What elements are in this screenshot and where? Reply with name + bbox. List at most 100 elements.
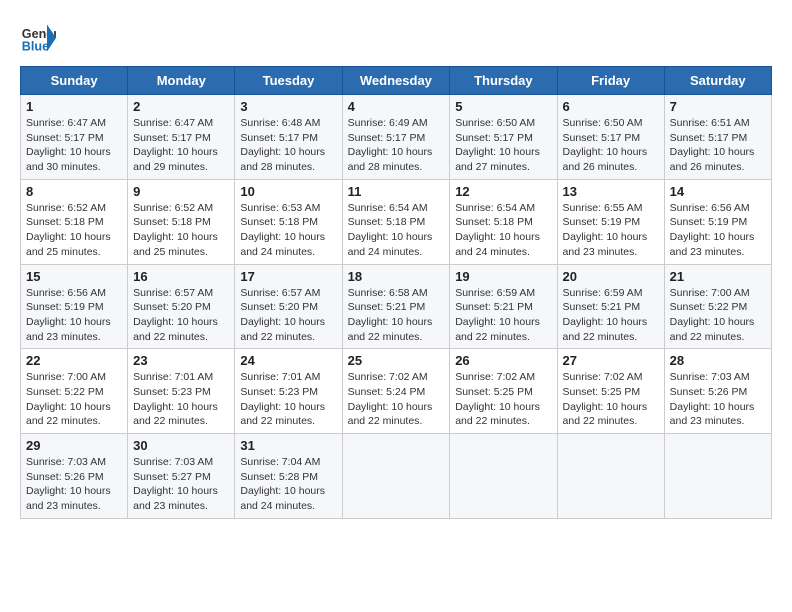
day-number: 4 [348,99,445,114]
day-info: Sunrise: 7:03 AM Sunset: 5:27 PM Dayligh… [133,455,229,514]
calendar-cell: 31 Sunrise: 7:04 AM Sunset: 5:28 PM Dayl… [235,434,342,519]
day-info: Sunrise: 6:47 AM Sunset: 5:17 PM Dayligh… [133,116,229,175]
page-header: General Blue [20,20,772,56]
calendar-week-row: 29 Sunrise: 7:03 AM Sunset: 5:26 PM Dayl… [21,434,772,519]
calendar-cell: 28 Sunrise: 7:03 AM Sunset: 5:26 PM Dayl… [664,349,771,434]
calendar-cell: 10 Sunrise: 6:53 AM Sunset: 5:18 PM Dayl… [235,179,342,264]
day-number: 2 [133,99,229,114]
day-number: 3 [240,99,336,114]
day-number: 27 [563,353,659,368]
day-info: Sunrise: 6:47 AM Sunset: 5:17 PM Dayligh… [26,116,122,175]
day-number: 30 [133,438,229,453]
calendar-cell: 15 Sunrise: 6:56 AM Sunset: 5:19 PM Dayl… [21,264,128,349]
day-number: 11 [348,184,445,199]
day-number: 7 [670,99,766,114]
day-info: Sunrise: 7:02 AM Sunset: 5:25 PM Dayligh… [563,370,659,429]
logo-icon: General Blue [20,20,56,56]
day-number: 19 [455,269,551,284]
day-number: 20 [563,269,659,284]
header-saturday: Saturday [664,67,771,95]
day-info: Sunrise: 6:58 AM Sunset: 5:21 PM Dayligh… [348,286,445,345]
day-info: Sunrise: 7:01 AM Sunset: 5:23 PM Dayligh… [133,370,229,429]
calendar-cell: 6 Sunrise: 6:50 AM Sunset: 5:17 PM Dayli… [557,95,664,180]
day-info: Sunrise: 6:51 AM Sunset: 5:17 PM Dayligh… [670,116,766,175]
day-number: 6 [563,99,659,114]
calendar-cell [342,434,450,519]
day-number: 1 [26,99,122,114]
calendar-cell: 18 Sunrise: 6:58 AM Sunset: 5:21 PM Dayl… [342,264,450,349]
calendar-cell: 20 Sunrise: 6:59 AM Sunset: 5:21 PM Dayl… [557,264,664,349]
day-number: 31 [240,438,336,453]
day-number: 8 [26,184,122,199]
day-number: 22 [26,353,122,368]
day-info: Sunrise: 6:56 AM Sunset: 5:19 PM Dayligh… [26,286,122,345]
day-number: 5 [455,99,551,114]
calendar-cell: 1 Sunrise: 6:47 AM Sunset: 5:17 PM Dayli… [21,95,128,180]
calendar-week-row: 8 Sunrise: 6:52 AM Sunset: 5:18 PM Dayli… [21,179,772,264]
day-info: Sunrise: 6:48 AM Sunset: 5:17 PM Dayligh… [240,116,336,175]
calendar-cell: 26 Sunrise: 7:02 AM Sunset: 5:25 PM Dayl… [450,349,557,434]
day-info: Sunrise: 6:59 AM Sunset: 5:21 PM Dayligh… [455,286,551,345]
day-info: Sunrise: 6:49 AM Sunset: 5:17 PM Dayligh… [348,116,445,175]
day-info: Sunrise: 7:00 AM Sunset: 5:22 PM Dayligh… [26,370,122,429]
logo: General Blue [20,20,56,56]
day-info: Sunrise: 6:53 AM Sunset: 5:18 PM Dayligh… [240,201,336,260]
calendar-body: 1 Sunrise: 6:47 AM Sunset: 5:17 PM Dayli… [21,95,772,519]
calendar-cell: 25 Sunrise: 7:02 AM Sunset: 5:24 PM Dayl… [342,349,450,434]
calendar-cell: 27 Sunrise: 7:02 AM Sunset: 5:25 PM Dayl… [557,349,664,434]
day-number: 21 [670,269,766,284]
day-number: 15 [26,269,122,284]
day-info: Sunrise: 7:02 AM Sunset: 5:24 PM Dayligh… [348,370,445,429]
calendar-week-row: 15 Sunrise: 6:56 AM Sunset: 5:19 PM Dayl… [21,264,772,349]
calendar-cell: 17 Sunrise: 6:57 AM Sunset: 5:20 PM Dayl… [235,264,342,349]
calendar-cell: 5 Sunrise: 6:50 AM Sunset: 5:17 PM Dayli… [450,95,557,180]
day-info: Sunrise: 6:50 AM Sunset: 5:17 PM Dayligh… [563,116,659,175]
day-info: Sunrise: 6:54 AM Sunset: 5:18 PM Dayligh… [455,201,551,260]
calendar-cell: 19 Sunrise: 6:59 AM Sunset: 5:21 PM Dayl… [450,264,557,349]
day-info: Sunrise: 6:56 AM Sunset: 5:19 PM Dayligh… [670,201,766,260]
calendar-cell: 16 Sunrise: 6:57 AM Sunset: 5:20 PM Dayl… [128,264,235,349]
day-number: 17 [240,269,336,284]
calendar-cell [557,434,664,519]
day-number: 16 [133,269,229,284]
day-info: Sunrise: 7:03 AM Sunset: 5:26 PM Dayligh… [26,455,122,514]
calendar-cell: 14 Sunrise: 6:56 AM Sunset: 5:19 PM Dayl… [664,179,771,264]
calendar-cell [450,434,557,519]
header-sunday: Sunday [21,67,128,95]
day-info: Sunrise: 7:03 AM Sunset: 5:26 PM Dayligh… [670,370,766,429]
day-info: Sunrise: 6:55 AM Sunset: 5:19 PM Dayligh… [563,201,659,260]
header-thursday: Thursday [450,67,557,95]
day-number: 18 [348,269,445,284]
day-number: 26 [455,353,551,368]
calendar-cell: 12 Sunrise: 6:54 AM Sunset: 5:18 PM Dayl… [450,179,557,264]
calendar-cell: 22 Sunrise: 7:00 AM Sunset: 5:22 PM Dayl… [21,349,128,434]
day-info: Sunrise: 7:01 AM Sunset: 5:23 PM Dayligh… [240,370,336,429]
day-number: 25 [348,353,445,368]
day-info: Sunrise: 6:57 AM Sunset: 5:20 PM Dayligh… [133,286,229,345]
calendar-cell: 23 Sunrise: 7:01 AM Sunset: 5:23 PM Dayl… [128,349,235,434]
calendar-week-row: 1 Sunrise: 6:47 AM Sunset: 5:17 PM Dayli… [21,95,772,180]
day-number: 14 [670,184,766,199]
calendar-cell [664,434,771,519]
day-info: Sunrise: 6:52 AM Sunset: 5:18 PM Dayligh… [133,201,229,260]
calendar-cell: 29 Sunrise: 7:03 AM Sunset: 5:26 PM Dayl… [21,434,128,519]
header-monday: Monday [128,67,235,95]
day-info: Sunrise: 7:02 AM Sunset: 5:25 PM Dayligh… [455,370,551,429]
calendar-cell: 30 Sunrise: 7:03 AM Sunset: 5:27 PM Dayl… [128,434,235,519]
day-number: 24 [240,353,336,368]
calendar-week-row: 22 Sunrise: 7:00 AM Sunset: 5:22 PM Dayl… [21,349,772,434]
day-info: Sunrise: 6:52 AM Sunset: 5:18 PM Dayligh… [26,201,122,260]
day-info: Sunrise: 7:00 AM Sunset: 5:22 PM Dayligh… [670,286,766,345]
calendar-cell: 9 Sunrise: 6:52 AM Sunset: 5:18 PM Dayli… [128,179,235,264]
calendar-cell: 7 Sunrise: 6:51 AM Sunset: 5:17 PM Dayli… [664,95,771,180]
header-wednesday: Wednesday [342,67,450,95]
calendar-cell: 24 Sunrise: 7:01 AM Sunset: 5:23 PM Dayl… [235,349,342,434]
day-number: 12 [455,184,551,199]
day-info: Sunrise: 6:54 AM Sunset: 5:18 PM Dayligh… [348,201,445,260]
calendar-cell: 21 Sunrise: 7:00 AM Sunset: 5:22 PM Dayl… [664,264,771,349]
day-number: 9 [133,184,229,199]
day-info: Sunrise: 7:04 AM Sunset: 5:28 PM Dayligh… [240,455,336,514]
calendar-cell: 4 Sunrise: 6:49 AM Sunset: 5:17 PM Dayli… [342,95,450,180]
day-info: Sunrise: 6:59 AM Sunset: 5:21 PM Dayligh… [563,286,659,345]
day-number: 23 [133,353,229,368]
